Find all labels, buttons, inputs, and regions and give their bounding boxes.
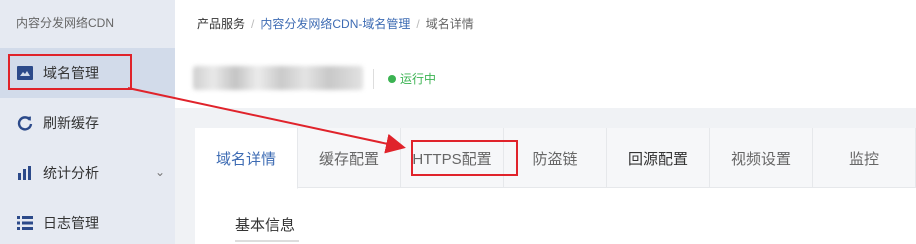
sidebar-item-label: 日志管理 [43, 215, 99, 231]
chevron-down-icon: ⌄ [154, 165, 165, 179]
tab-hotlink-protection[interactable]: 防盗链 [504, 128, 607, 188]
tab-video-settings[interactable]: 视频设置 [710, 128, 813, 188]
annotation-highlight-box [411, 140, 518, 176]
tab-bar: 域名详情 缓存配置 HTTPS配置 防盗链 回源配置 视频设置 监控 [195, 128, 916, 189]
sidebar-item-label: 统计分析 [43, 165, 99, 181]
sidebar-item-refresh-cache[interactable]: 刷新缓存 [0, 98, 175, 148]
status-badge: 运行中 [388, 70, 436, 87]
sidebar: 内容分发网络CDN 域名管理 刷新缓存 统计分析 ⌄ 日志管理 [0, 0, 175, 244]
domain-name-redacted [193, 66, 363, 90]
status-text: 运行中 [400, 72, 437, 86]
section-title: 基本信息 [235, 217, 296, 234]
sidebar-item-log-management[interactable]: 日志管理 [0, 198, 175, 244]
detail-panel: 域名详情 缓存配置 HTTPS配置 防盗链 回源配置 视频设置 监控 基本信息 [195, 128, 916, 244]
breadcrumb-separator: / [416, 17, 420, 31]
divider [373, 69, 374, 89]
status-dot-icon [388, 74, 396, 83]
breadcrumb-separator: / [251, 17, 255, 31]
breadcrumb-parent-link[interactable]: 内容分发网络CDN-域名管理 [260, 17, 410, 31]
tab-monitoring[interactable]: 监控 [813, 128, 916, 188]
sidebar-item-label: 刷新缓存 [43, 115, 99, 131]
annotation-highlight-box [8, 54, 132, 90]
main-content: 产品服务 / 内容分发网络CDN-域名管理 / 域名详情 运行中 域名详情 缓存配置 H… [175, 0, 916, 244]
breadcrumb-root[interactable]: 产品服务 [197, 17, 245, 31]
breadcrumb: 产品服务 / 内容分发网络CDN-域名管理 / 域名详情 [197, 15, 474, 32]
tab-origin-config[interactable]: 回源配置 [607, 128, 710, 188]
section-underline [235, 240, 299, 242]
sidebar-title: 内容分发网络CDN [16, 16, 114, 30]
breadcrumb-current: 域名详情 [425, 17, 474, 31]
refresh-icon [16, 114, 34, 132]
tab-cache-config[interactable]: 缓存配置 [298, 128, 401, 188]
page-header: 产品服务 / 内容分发网络CDN-域名管理 / 域名详情 运行中 [175, 0, 916, 108]
list-icon [16, 214, 34, 232]
bar-chart-icon [16, 164, 34, 182]
sidebar-item-statistics[interactable]: 统计分析 ⌄ [0, 148, 175, 198]
tab-domain-details[interactable]: 域名详情 [195, 128, 298, 189]
